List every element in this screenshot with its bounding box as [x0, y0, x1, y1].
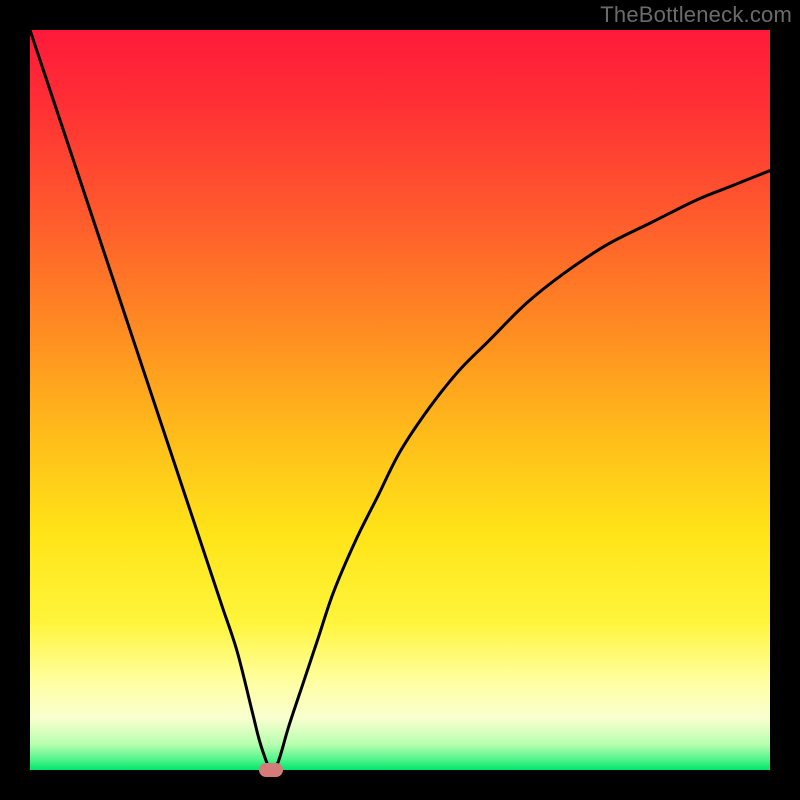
- curve-layer: [30, 30, 770, 770]
- min-marker: [259, 763, 283, 777]
- watermark-text: TheBottleneck.com: [600, 2, 792, 28]
- plot-area: [30, 30, 770, 770]
- chart-frame: TheBottleneck.com: [0, 0, 800, 800]
- bottleneck-curve: [30, 30, 770, 770]
